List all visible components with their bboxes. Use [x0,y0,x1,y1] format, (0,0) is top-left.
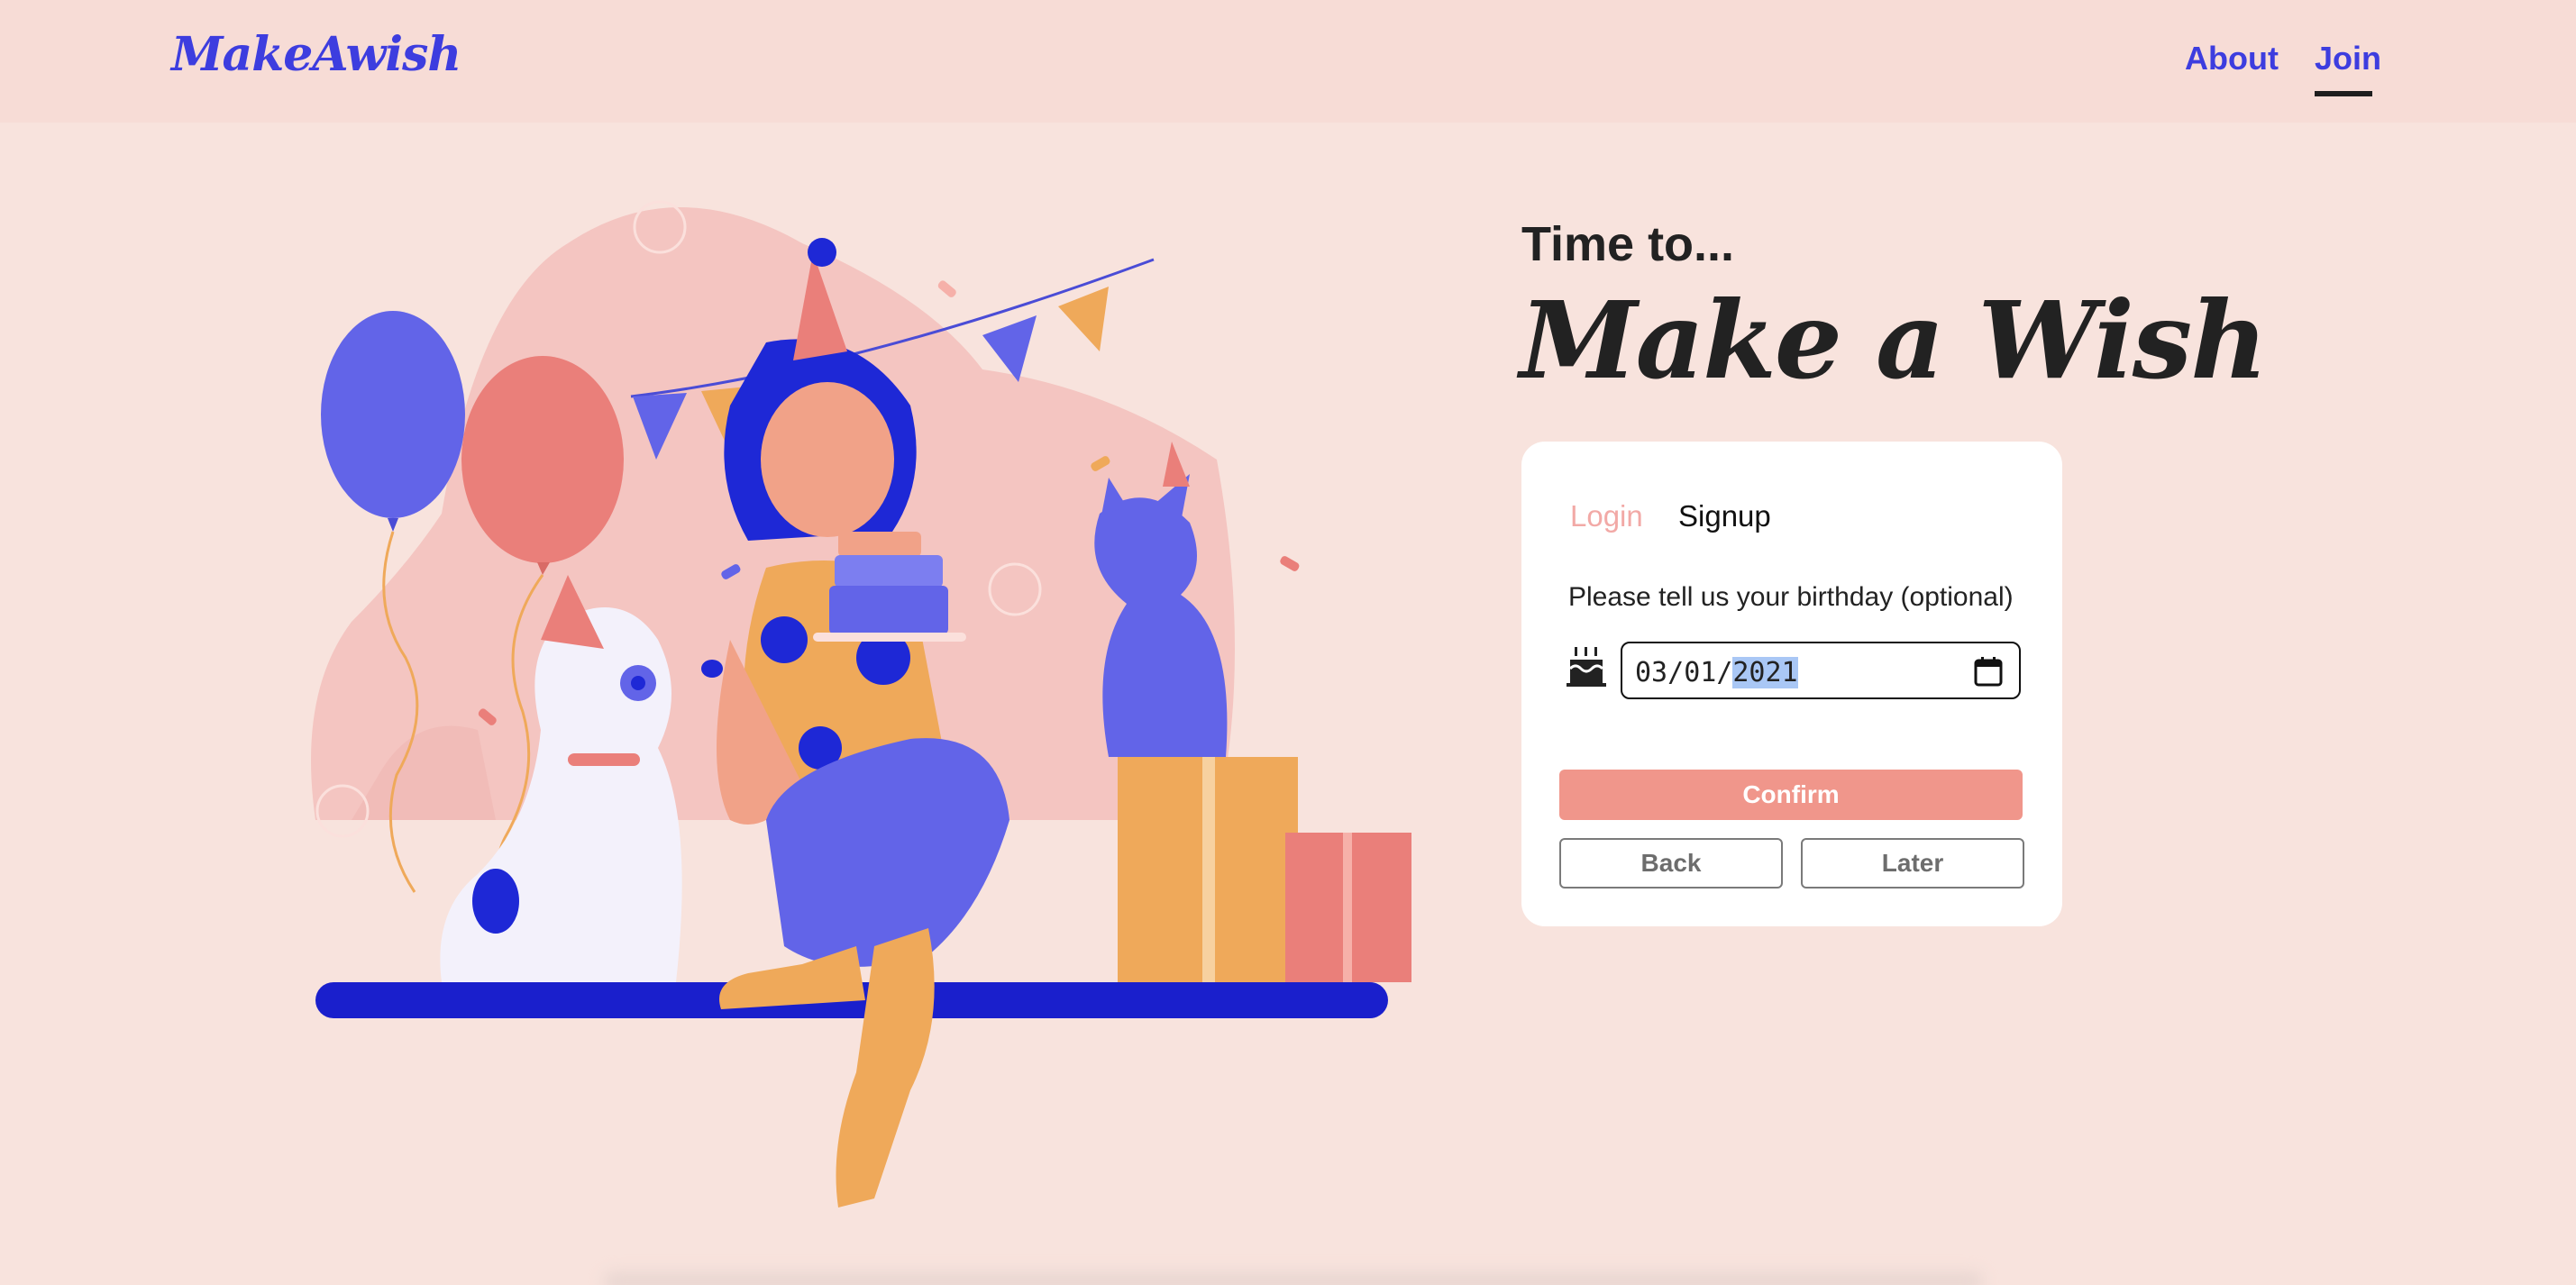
back-button[interactable]: Back [1559,838,1783,889]
confirm-button[interactable]: Confirm [1559,770,2023,820]
date-year[interactable]: 2021 [1732,657,1798,688]
site-logo[interactable]: MakeAwish [171,27,461,82]
header-bar: MakeAwish About Join [0,0,2576,123]
hero-title: Make a Wish [1520,278,2268,403]
birthday-party-illustration [311,200,1411,1208]
hero-subtitle: Time to... [1521,217,1735,271]
footer-shadow [604,1272,1983,1285]
signup-card: Login Signup Please tell us your birthda… [1521,442,2062,926]
tab-login[interactable]: Login [1570,499,1643,533]
nav-join-link[interactable]: Join [2315,40,2381,77]
tab-signup[interactable]: Signup [1678,499,1771,533]
later-button[interactable]: Later [1801,838,2024,889]
date-day[interactable]: 01 [1684,657,1716,688]
birthday-cake-icon [1567,647,1606,687]
birthday-prompt: Please tell us your birthday (optional) [1568,582,2014,612]
date-month[interactable]: 03 [1635,657,1667,688]
calendar-icon[interactable] [1974,656,2003,687]
birthday-date-input[interactable]: 03/01/2021 [1621,642,2021,699]
nav-about-link[interactable]: About [2185,40,2279,77]
active-nav-indicator [2315,91,2372,96]
date-value: 03/01/2021 [1635,657,1798,688]
